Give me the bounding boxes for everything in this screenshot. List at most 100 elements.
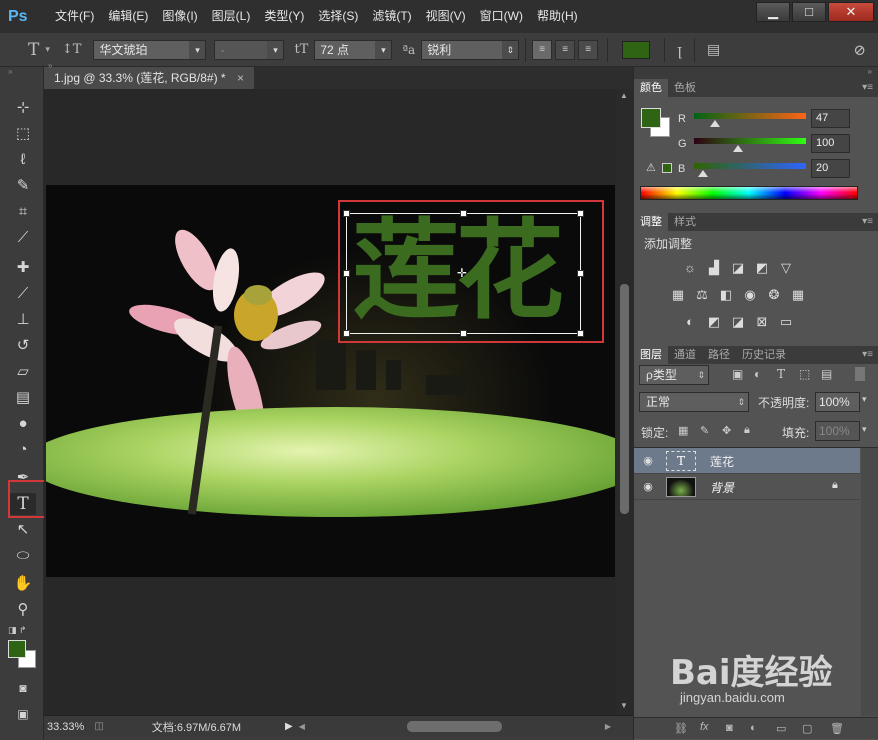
menu-type[interactable]: 类型(Y) (257, 0, 311, 33)
filter-toggle[interactable] (855, 367, 865, 381)
tab-color[interactable]: 颜色 (634, 79, 668, 97)
font-style-select[interactable]: - ▾ (214, 39, 285, 60)
red-knob[interactable] (710, 120, 720, 127)
layer-row-background[interactable]: ◉ 背景 🔒︎ (634, 474, 860, 500)
gamut-warning-icon[interactable]: ⚠ (646, 161, 656, 174)
font-size-select[interactable]: 72 点 ▾ (314, 39, 393, 60)
move-tool-icon[interactable]: ⊹ (10, 97, 36, 119)
opacity-field[interactable]: 100% (815, 392, 860, 412)
scroll-left-icon[interactable]: ◀ (299, 722, 305, 731)
vertical-scroll-thumb[interactable] (620, 284, 629, 514)
color-panel-fg-swatch[interactable] (641, 108, 661, 128)
panel-menu-icon[interactable]: ▾≡ (862, 213, 873, 231)
blue-knob[interactable] (698, 170, 708, 177)
text-color-swatch[interactable] (622, 40, 651, 59)
red-value[interactable]: 47 (811, 109, 850, 128)
green-value[interactable]: 100 (811, 134, 850, 153)
scroll-right-icon[interactable]: ▶ (605, 722, 611, 731)
layer-mask-icon[interactable]: ◙ (726, 722, 733, 734)
adjustment-layer-icon[interactable]: ◐ (750, 722, 757, 734)
lock-transparency-icon[interactable]: ▦ (678, 424, 688, 437)
menu-edit[interactable]: 编辑(E) (101, 0, 155, 33)
foreground-color-swatch[interactable] (8, 640, 26, 658)
blur-tool-icon[interactable]: ● (10, 413, 36, 435)
layers-scrollbar[interactable] (861, 448, 878, 716)
blue-track[interactable] (694, 163, 806, 169)
eye-icon[interactable]: ◉ (640, 454, 656, 468)
screen-mode-icon[interactable]: ▣ (10, 703, 36, 725)
panel-collapse-icon[interactable]: » (0, 67, 43, 79)
tab-adjustments[interactable]: 调整 (634, 213, 668, 231)
opacity-dropdown-icon[interactable]: ▾ (862, 394, 867, 405)
green-knob[interactable] (733, 145, 743, 152)
levels-icon[interactable]: ▟ (706, 261, 722, 275)
cancel-icon[interactable]: ⊘ (853, 41, 866, 59)
menu-help[interactable]: 帮助(H) (530, 0, 585, 33)
lock-position-icon[interactable]: ✥ (722, 424, 731, 437)
color-lookup-icon[interactable]: ▦ (790, 288, 806, 302)
align-right-button[interactable]: ≡ (578, 39, 599, 60)
panel-menu-icon[interactable]: ▾≡ (862, 79, 873, 97)
zoom-tool-icon[interactable]: ⚲ (10, 599, 36, 621)
text-orientation-icon[interactable]: ↕T (62, 42, 82, 57)
lasso-tool-icon[interactable]: ℓ (10, 149, 36, 171)
default-colors-icon[interactable]: ◨ ↱ (8, 625, 27, 636)
scroll-down-icon[interactable]: ▼ (620, 701, 628, 710)
black-white-icon[interactable]: ◧ (718, 288, 734, 302)
menu-file[interactable]: 文件(F) (48, 0, 101, 33)
hand-tool-icon[interactable]: ✋ (10, 573, 36, 595)
invert-icon[interactable]: ◐ (682, 315, 698, 329)
align-left-button[interactable]: ≡ (532, 39, 553, 60)
gamut-swatch[interactable] (662, 163, 672, 173)
fill-field[interactable]: 100% (815, 421, 860, 441)
canvas-vertical-scrollbar[interactable]: ▲ ▼ (616, 89, 633, 715)
quick-mask-icon[interactable]: ◙ (10, 677, 36, 699)
dodge-tool-icon[interactable]: ◔ (10, 439, 36, 461)
filter-pixel-icon[interactable]: ▣ (732, 367, 743, 381)
menu-window[interactable]: 窗口(W) (473, 0, 530, 33)
brush-tool-icon[interactable]: ⟋ (10, 283, 36, 305)
menu-filter[interactable]: 滤镜(T) (365, 0, 418, 33)
tab-channels[interactable]: 通道 (668, 346, 702, 364)
tab-paths[interactable]: 路径 (702, 346, 736, 364)
posterize-icon[interactable]: ◩ (706, 315, 722, 329)
blue-slider[interactable]: ⚠ B 20 (634, 159, 878, 183)
blue-value[interactable]: 20 (811, 159, 850, 178)
lock-pixels-icon[interactable]: ✎ (700, 424, 709, 437)
hue-saturation-icon[interactable]: ▦ (670, 288, 686, 302)
marquee-tool-icon[interactable]: ⬚ (10, 123, 36, 145)
filter-type-icon[interactable]: T (777, 367, 785, 381)
layer-name[interactable]: 背景 (710, 479, 734, 496)
crop-tool-icon[interactable]: ⌗ (10, 201, 36, 223)
selective-color-icon[interactable]: ⊠ (754, 315, 770, 329)
green-slider[interactable]: G 100 (634, 134, 878, 158)
new-group-icon[interactable]: ▭ (776, 722, 786, 735)
tab-history[interactable]: 历史记录 (736, 346, 792, 364)
preset-dropdown-icon[interactable]: ▾ (45, 44, 50, 55)
brightness-contrast-icon[interactable]: ☼ (682, 261, 698, 275)
filter-shape-icon[interactable]: ⬚ (799, 367, 810, 381)
character-panel-icon[interactable]: ▤ (707, 42, 720, 58)
lock-all-icon[interactable]: 🔒︎ (744, 424, 750, 437)
vibrance-icon[interactable]: ▽ (778, 261, 794, 275)
layer-style-icon[interactable]: fx (700, 721, 709, 733)
minimize-button[interactable]: ▁ (756, 2, 790, 22)
link-layers-icon[interactable]: ⛓ (674, 722, 688, 735)
blend-mode-select[interactable]: 正常 ⇕ (639, 392, 749, 412)
scroll-up-icon[interactable]: ▲ (620, 91, 628, 100)
layer-kind-filter[interactable]: ρ类型 ⇕ (639, 365, 709, 385)
layer-row-text[interactable]: ◉ T 莲花 (634, 448, 860, 474)
status-menu-icon[interactable]: ◫ (94, 721, 103, 732)
align-center-button[interactable]: ≡ (555, 39, 576, 60)
close-button[interactable]: ✕ (828, 2, 874, 22)
layer-name[interactable]: 莲花 (710, 453, 734, 470)
type-tool-preset-icon[interactable]: T (28, 40, 39, 60)
menu-select[interactable]: 选择(S) (311, 0, 365, 33)
tab-layers[interactable]: 图层 (634, 346, 668, 364)
maximize-button[interactable]: □ (792, 2, 826, 22)
antialias-select[interactable]: 锐利 ⇕ (421, 39, 520, 60)
zoom-level[interactable]: 33.33% (47, 721, 84, 733)
path-selection-tool-icon[interactable]: ↖ (10, 519, 36, 541)
menu-image[interactable]: 图像(I) (155, 0, 204, 33)
green-track[interactable] (694, 138, 806, 144)
